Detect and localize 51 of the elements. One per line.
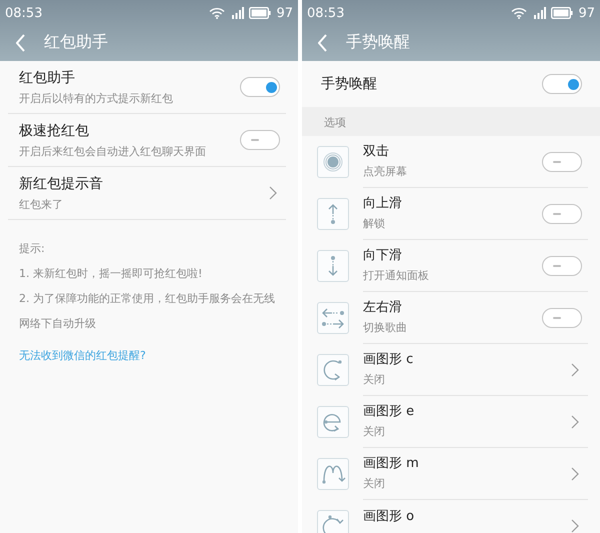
status-time: 08:53: [5, 6, 42, 20]
setting-title: 极速抢红包: [19, 122, 90, 140]
chevron-right-icon: [570, 414, 580, 430]
setting-title: 左右滑: [363, 300, 403, 316]
wifi-icon: [209, 7, 226, 19]
setting-title: 双击: [363, 144, 390, 160]
setting-title: 新红包提示音: [19, 174, 103, 192]
setting-description: 开启后来红包会自动进入红包聊天界面: [19, 144, 206, 158]
setting-title: 手势唤醒: [321, 75, 377, 93]
toggle-switch[interactable]: [542, 152, 582, 172]
setting-title: 向下滑: [363, 248, 403, 264]
battery-percent: 97: [578, 6, 595, 20]
wifi-icon: [511, 7, 528, 19]
setting-title: 画图形 c: [363, 352, 414, 368]
status-time: 08:53: [307, 6, 344, 20]
setting-description: 开启后以特有的方式提示新红包: [19, 90, 173, 106]
setting-description: 红包来了: [19, 196, 64, 212]
section-header: 选项: [302, 107, 600, 136]
setting-title: 画图形 m: [363, 456, 419, 472]
setting-description: 关闭: [363, 372, 386, 387]
battery-icon: [551, 7, 574, 19]
signal-icon: [230, 7, 244, 19]
setting-description: 解锁: [363, 216, 386, 231]
chevron-right-icon: [268, 185, 278, 201]
tip-text: 提示:: [19, 241, 46, 257]
setting-title: 红包助手: [19, 68, 76, 86]
toggle-switch[interactable]: [240, 77, 280, 97]
setting-description: 打开通知面板: [363, 268, 429, 283]
setting-title: 向上滑: [363, 196, 402, 212]
tip-text: 1. 来新红包时，摇一摇即可抢红包啦!: [19, 266, 204, 282]
screen-title: 红包助手: [44, 32, 108, 53]
chevron-right-icon: [570, 518, 580, 533]
setting-title: 画图形 e: [363, 404, 414, 420]
setting-title: 画图形 o: [363, 508, 414, 524]
chevron-right-icon: [570, 362, 580, 378]
chevron-right-icon: [570, 466, 580, 482]
setting-description: 切换歌曲: [363, 320, 407, 335]
screen-title: 手势唤醒: [346, 32, 410, 53]
toggle-switch[interactable]: [542, 74, 582, 94]
signal-icon: [532, 7, 546, 19]
setting-description: 关闭: [363, 424, 386, 439]
battery-percent: 97: [276, 6, 293, 20]
toggle-switch[interactable]: [240, 130, 280, 150]
setting-description: 点亮屏幕: [363, 164, 407, 179]
toggle-switch[interactable]: [542, 204, 582, 224]
toggle-switch[interactable]: [542, 256, 582, 276]
battery-icon: [249, 7, 272, 19]
help-link[interactable]: 无法收到微信的红包提醒?: [19, 348, 279, 363]
setting-description: 关闭: [363, 476, 386, 491]
toggle-switch[interactable]: [542, 308, 582, 328]
tip-text: 2. 为了保障功能的正常使用，红包助手服务会在无线网络下自动升级: [19, 291, 276, 332]
